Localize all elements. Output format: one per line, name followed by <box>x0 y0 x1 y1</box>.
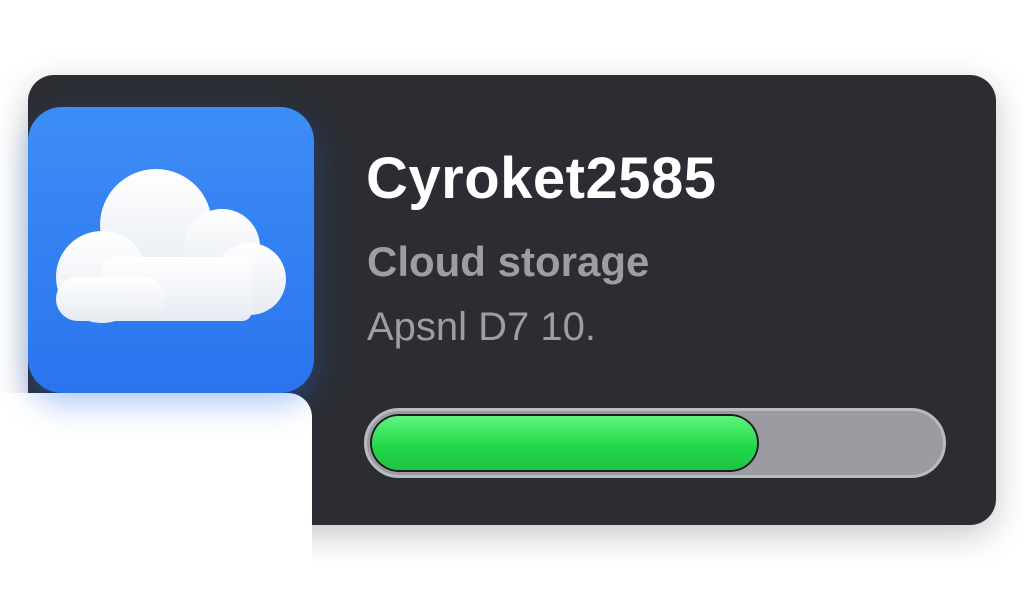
storage-widget-scene: Cyroket2585 Cloud storage Apsnl D7 10. <box>0 0 1024 614</box>
cloud-icon <box>56 169 286 323</box>
account-name: Cyroket2585 <box>366 146 717 211</box>
service-label: Cloud storage <box>367 238 650 285</box>
cloud-storage-app-icon[interactable] <box>28 107 314 393</box>
storage-progress-fill <box>372 416 757 470</box>
card-cutout <box>0 393 312 614</box>
storage-progress-bar <box>364 408 946 478</box>
storage-detail-text: Apsnl D7 10. <box>367 305 597 349</box>
